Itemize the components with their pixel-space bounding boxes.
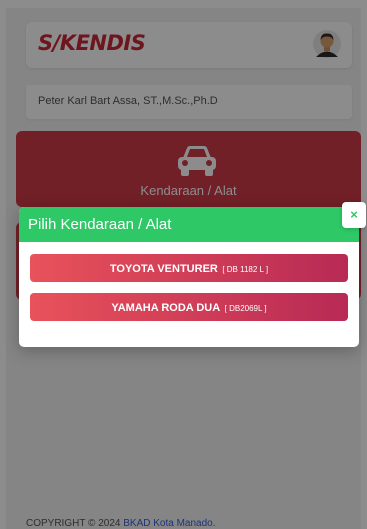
vehicle-plate: [ DB 1182 L ]	[222, 265, 269, 274]
vehicle-name: YAMAHA RODA DUA	[111, 302, 221, 314]
modal-title: Pilih Kendaraan / Alat	[28, 216, 172, 233]
vehicle-option-button[interactable]: YAMAHA RODA DUA [ DB2069L ]	[30, 293, 348, 321]
vehicle-plate: [ DB2069L ]	[224, 304, 267, 313]
modal-header: Pilih Kendaraan / Alat	[19, 207, 359, 242]
close-icon[interactable]: ×	[342, 202, 366, 228]
vehicle-name: TOYOTA VENTURER	[109, 263, 218, 275]
vehicle-select-modal: Pilih Kendaraan / Alat TOYOTA VENTURER […	[19, 207, 359, 347]
vehicle-option-button[interactable]: TOYOTA VENTURER [ DB 1182 L ]	[30, 254, 348, 282]
